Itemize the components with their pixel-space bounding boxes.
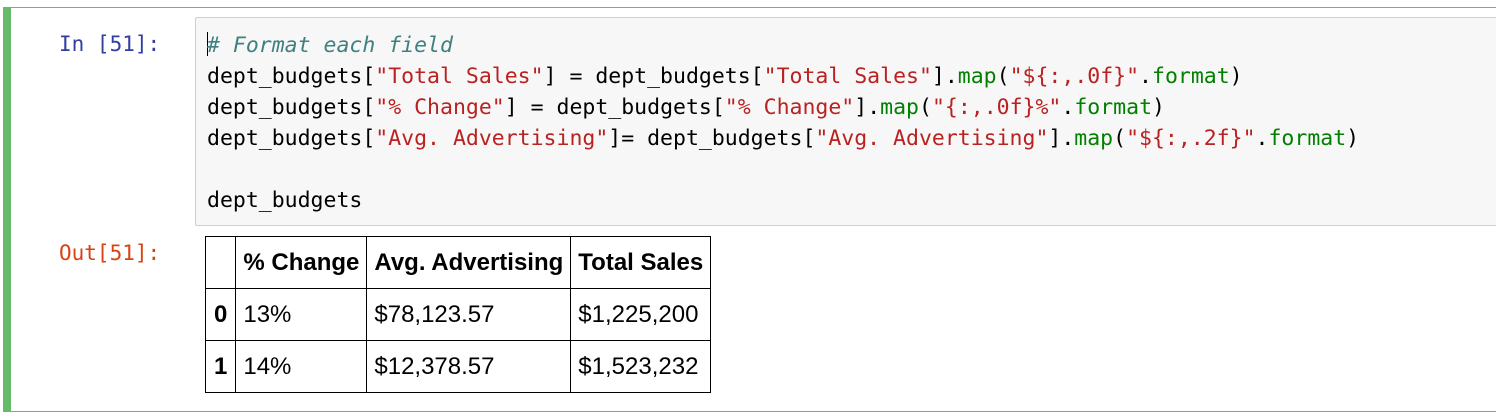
row-index: 1 <box>204 340 237 393</box>
code-token-string: "% Change" <box>375 95 505 120</box>
input-prompt: In [51]: <box>59 32 161 56</box>
code-token-plain: ] = dept_budgets[ <box>543 64 764 89</box>
code-token-plain: dept_budgets <box>207 188 363 213</box>
code-token-attr: format <box>1268 126 1347 151</box>
code-token-plain: . <box>1255 126 1269 151</box>
code-token-attr: format <box>1152 64 1230 89</box>
code-token-string: "Total Sales" <box>375 64 544 89</box>
table-cell: 13% <box>235 288 368 341</box>
table-cell: $78,123.57 <box>366 288 572 341</box>
code-token-plain: ] = dept_budgets[ <box>504 95 725 120</box>
code-token-string: "Total Sales" <box>763 64 932 89</box>
column-header-total-sales: Total Sales <box>570 236 712 289</box>
code-token-plain: ( <box>1113 126 1127 151</box>
dataframe-output-table: % Change Avg. Advertising Total Sales 0 … <box>204 236 712 393</box>
code-token-plain: dept_budgets[ <box>207 95 376 120</box>
code-token-plain: dept_budgets[ <box>207 126 376 151</box>
code-token-attr: map <box>1074 126 1114 151</box>
table-header-row: % Change Avg. Advertising Total Sales <box>204 236 712 289</box>
code-token-plain: . <box>1139 64 1152 89</box>
code-token-string: "Avg. Advertising" <box>375 126 609 151</box>
table-cell: $12,378.57 <box>366 340 572 393</box>
code-token-plain: ]. <box>931 64 958 89</box>
code-token-attr: format <box>1074 95 1153 120</box>
code-text[interactable]: # Format each field dept_budgets["Total S… <box>207 30 1359 216</box>
code-token-plain: ( <box>918 95 932 120</box>
code-token-plain: ]. <box>854 95 881 120</box>
column-header-pct-change: % Change <box>235 236 368 289</box>
code-token-plain: . <box>1061 95 1075 120</box>
column-header-avg-advertising: Avg. Advertising <box>366 236 572 289</box>
code-line: dept_budgets["Avg. Advertising"]= dept_b… <box>207 123 1359 154</box>
output-prompt: Out[51]: <box>59 241 161 265</box>
index-column-header <box>204 236 237 289</box>
code-token-string: "Avg. Advertising" <box>815 126 1049 151</box>
code-token-plain: ( <box>996 64 1010 89</box>
code-token-string: "% Change" <box>724 95 855 120</box>
code-line: # Format each field <box>207 30 1359 61</box>
code-token-plain: ]= dept_budgets[ <box>608 126 816 151</box>
row-index: 0 <box>204 288 237 341</box>
code-token-string: "${:,.0f}" <box>1009 64 1140 89</box>
table-cell: 14% <box>235 340 368 393</box>
code-editor[interactable]: # Format each field dept_budgets["Total S… <box>195 17 1496 226</box>
code-token-plain: dept_budgets[ <box>207 64 376 89</box>
code-token-plain: ]. <box>1048 126 1075 151</box>
code-token-plain: ) <box>1346 126 1360 151</box>
code-token-comment: # Format each field <box>207 33 453 58</box>
table-cell: $1,225,200 <box>570 288 712 341</box>
table-row: 0 13% $78,123.57 $1,225,200 <box>204 288 712 341</box>
table-row: 1 14% $12,378.57 $1,523,232 <box>204 340 712 393</box>
code-line: dept_budgets["Total Sales"] = dept_budge… <box>207 61 1359 92</box>
code-token-plain: ) <box>1229 64 1243 89</box>
code-line: dept_budgets <box>207 185 1359 216</box>
code-token-attr: map <box>957 64 997 89</box>
table-cell: $1,523,232 <box>570 340 712 393</box>
code-line: dept_budgets["% Change"] = dept_budgets[… <box>207 92 1359 123</box>
code-token-plain: ) <box>1152 95 1165 120</box>
code-token-string: "{:,.0f}%" <box>931 95 1062 120</box>
code-token-string: "${:,.2f}" <box>1126 126 1256 151</box>
code-token-attr: map <box>880 95 919 120</box>
